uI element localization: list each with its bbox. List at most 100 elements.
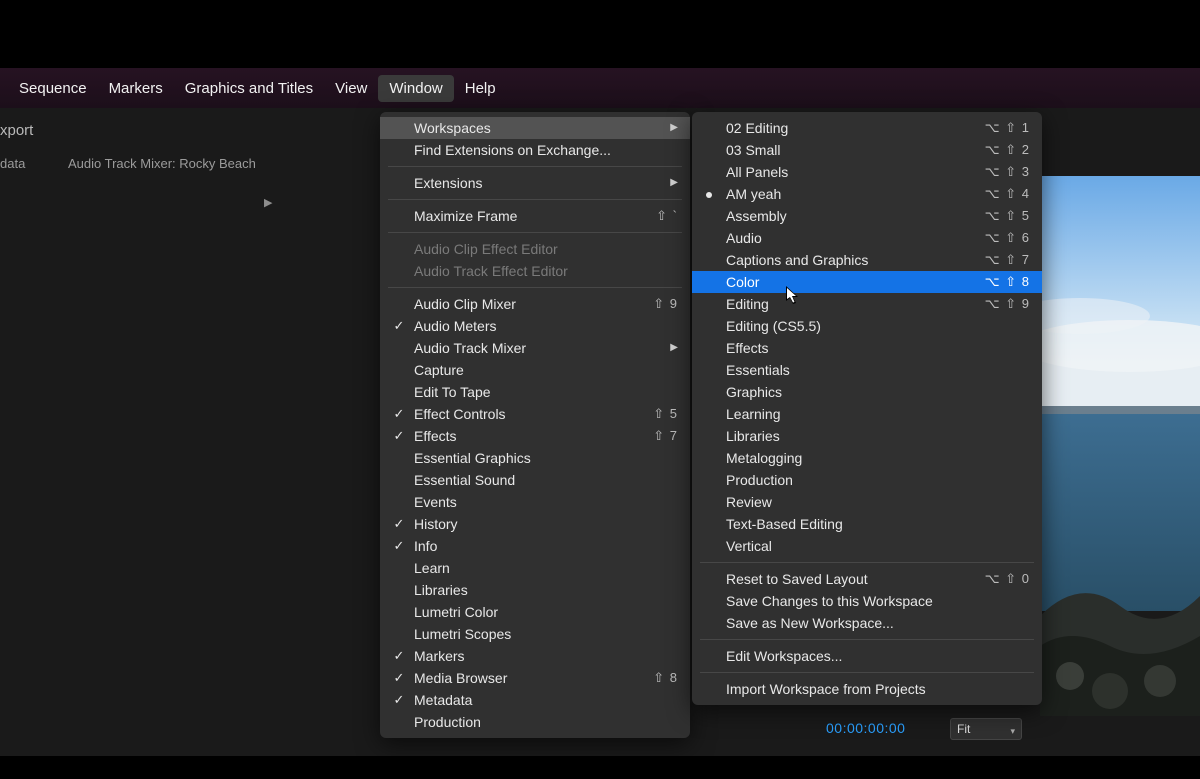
workspace-item-reset-to-saved-layout[interactable]: Reset to Saved Layout ⌥ ⇧ 0 — [692, 568, 1042, 590]
menu-item-label: Audio Track Effect Editor — [414, 263, 568, 279]
zoom-fit-select[interactable]: Fit ▾ — [950, 718, 1022, 740]
workspace-item-all-panels[interactable]: All Panels⌥ ⇧ 3 — [692, 161, 1042, 183]
workspace-item-audio[interactable]: Audio⌥ ⇧ 6 — [692, 227, 1042, 249]
menu-item-label: Save Changes to this Workspace — [726, 593, 933, 609]
window-menu-item-audio-clip-effect-editor: Audio Clip Effect Editor — [380, 238, 690, 260]
menu-item-label: Find Extensions on Exchange... — [414, 142, 611, 158]
menu-item-label: Captions and Graphics — [726, 252, 868, 268]
menubar-item-help[interactable]: Help — [454, 75, 507, 102]
window-menu-item-workspaces[interactable]: Workspaces▶ — [380, 117, 690, 139]
submenu-arrow-icon: ▶ — [670, 117, 678, 139]
workspace-item-02-editing[interactable]: 02 Editing⌥ ⇧ 1 — [692, 117, 1042, 139]
panel-tab-audio-track-mixer[interactable]: Audio Track Mixer: Rocky Beach — [68, 156, 256, 171]
menu-item-label: Reset to Saved Layout — [726, 571, 868, 587]
window-menu-item-audio-meters[interactable]: ✓ Audio Meters — [380, 315, 690, 337]
menu-item-label: Essential Sound — [414, 472, 515, 488]
window-menu-item-lumetri-color[interactable]: Lumetri Color — [380, 601, 690, 623]
menu-item-label: Maximize Frame — [414, 208, 517, 224]
window-menu-item-learn[interactable]: Learn — [380, 557, 690, 579]
window-menu-item-find-extensions-on-exchange[interactable]: Find Extensions on Exchange... — [380, 139, 690, 161]
window-menu-item-effect-controls[interactable]: ✓Effect Controls⇧ 5 — [380, 403, 690, 425]
active-dot-icon — [706, 192, 712, 198]
menu-item-label: Review — [726, 494, 772, 510]
workspace-item-graphics[interactable]: Graphics — [692, 381, 1042, 403]
menu-separator — [700, 672, 1034, 673]
menu-separator — [388, 287, 682, 288]
window-menu: Workspaces▶ Find Extensions on Exchange..… — [380, 112, 690, 738]
window-menu-item-extensions[interactable]: Extensions▶ — [380, 172, 690, 194]
zoom-fit-label: Fit — [957, 722, 970, 736]
workspace-item-review[interactable]: Review — [692, 491, 1042, 513]
workspace-tab-export[interactable]: xport — [0, 122, 33, 139]
menu-item-label: Libraries — [414, 582, 468, 598]
menu-shortcut: ⌥ ⇧ 7 — [985, 249, 1030, 271]
menubar-item-markers[interactable]: Markers — [98, 75, 174, 102]
menu-item-label: Metalogging — [726, 450, 802, 466]
workspace-item-color[interactable]: Color⌥ ⇧ 8 — [692, 271, 1042, 293]
window-menu-item-audio-clip-mixer[interactable]: Audio Clip Mixer ⇧ 9 — [380, 293, 690, 315]
menu-item-label: Effect Controls — [414, 406, 506, 422]
menu-shortcut: ⇧ 9 — [653, 293, 678, 315]
menu-item-label: Assembly — [726, 208, 787, 224]
menubar-item-sequence[interactable]: Sequence — [8, 75, 98, 102]
workspace-item-am-yeah[interactable]: AM yeah⌥ ⇧ 4 — [692, 183, 1042, 205]
workspace-item-text-based-editing[interactable]: Text-Based Editing — [692, 513, 1042, 535]
window-menu-item-metadata[interactable]: ✓Metadata — [380, 689, 690, 711]
window-menu-item-libraries[interactable]: Libraries — [380, 579, 690, 601]
workspace-item-production[interactable]: Production — [692, 469, 1042, 491]
menu-item-label: Edit To Tape — [414, 384, 491, 400]
menu-shortcut: ⇧ 8 — [653, 667, 678, 689]
check-icon: ✓ — [392, 513, 406, 535]
window-menu-item-edit-to-tape[interactable]: Edit To Tape — [380, 381, 690, 403]
workspace-item-import-workspace-from-projects[interactable]: Import Workspace from Projects — [692, 678, 1042, 700]
workspace-item-edit-workspaces[interactable]: Edit Workspaces... — [692, 645, 1042, 667]
workspace-item-save-as-new-workspace[interactable]: Save as New Workspace... — [692, 612, 1042, 634]
workspace-item-libraries[interactable]: Libraries — [692, 425, 1042, 447]
menu-separator — [700, 639, 1034, 640]
menu-item-label: Capture — [414, 362, 464, 378]
workspace-item-editing-cs5-5[interactable]: Editing (CS5.5) — [692, 315, 1042, 337]
program-monitor-preview — [1040, 176, 1200, 716]
workspace-item-essentials[interactable]: Essentials — [692, 359, 1042, 381]
workspace-item-learning[interactable]: Learning — [692, 403, 1042, 425]
menu-item-label: Markers — [414, 648, 465, 664]
menu-item-label: Audio Meters — [414, 318, 496, 334]
menubar-item-window[interactable]: Window — [378, 75, 453, 102]
panel-tab-metadata[interactable]: data — [0, 156, 25, 171]
menu-item-label: Audio Clip Mixer — [414, 296, 516, 312]
menu-item-label: Extensions — [414, 175, 482, 191]
workspace-item-effects[interactable]: Effects — [692, 337, 1042, 359]
workspace-item-03-small[interactable]: 03 Small⌥ ⇧ 2 — [692, 139, 1042, 161]
panel-flyout-icon[interactable]: ▶ — [264, 196, 272, 209]
window-menu-item-info[interactable]: ✓Info — [380, 535, 690, 557]
workspace-item-save-changes-to-this-workspace[interactable]: Save Changes to this Workspace — [692, 590, 1042, 612]
window-menu-item-effects[interactable]: ✓Effects⇧ 7 — [380, 425, 690, 447]
menu-shortcut: ⌥ ⇧ 0 — [985, 568, 1030, 590]
menubar-item-view[interactable]: View — [324, 75, 378, 102]
workspace-item-captions-and-graphics[interactable]: Captions and Graphics ⌥ ⇧ 7 — [692, 249, 1042, 271]
check-icon: ✓ — [392, 535, 406, 557]
window-menu-item-audio-track-mixer[interactable]: Audio Track Mixer▶ — [380, 337, 690, 359]
workspace-item-vertical[interactable]: Vertical — [692, 535, 1042, 557]
window-menu-item-production[interactable]: Production — [380, 711, 690, 733]
submenu-arrow-icon: ▶ — [670, 337, 678, 359]
window-menu-item-capture[interactable]: Capture — [380, 359, 690, 381]
menu-shortcut: ⌥ ⇧ 5 — [985, 205, 1030, 227]
menubar-item-graphics-and-titles[interactable]: Graphics and Titles — [174, 75, 324, 102]
window-menu-item-lumetri-scopes[interactable]: Lumetri Scopes — [380, 623, 690, 645]
check-icon: ✓ — [392, 315, 406, 337]
window-menu-item-essential-sound[interactable]: Essential Sound — [380, 469, 690, 491]
workspace-item-editing[interactable]: Editing⌥ ⇧ 9 — [692, 293, 1042, 315]
workspace-item-assembly[interactable]: Assembly ⌥ ⇧ 5 — [692, 205, 1042, 227]
window-menu-item-maximize-frame[interactable]: Maximize Frame⇧ ` — [380, 205, 690, 227]
check-icon: ✓ — [392, 425, 406, 447]
menu-item-label: Editing (CS5.5) — [726, 318, 821, 334]
window-menu-item-media-browser[interactable]: ✓Media Browser⇧ 8 — [380, 667, 690, 689]
window-menu-item-history[interactable]: ✓History — [380, 513, 690, 535]
timecode-display[interactable]: 00:00:00:00 — [826, 720, 905, 736]
window-menu-item-events[interactable]: Events — [380, 491, 690, 513]
window-menu-item-essential-graphics[interactable]: Essential Graphics — [380, 447, 690, 469]
workspace-item-metalogging[interactable]: Metalogging — [692, 447, 1042, 469]
window-menu-item-markers[interactable]: ✓Markers — [380, 645, 690, 667]
menu-separator — [388, 166, 682, 167]
